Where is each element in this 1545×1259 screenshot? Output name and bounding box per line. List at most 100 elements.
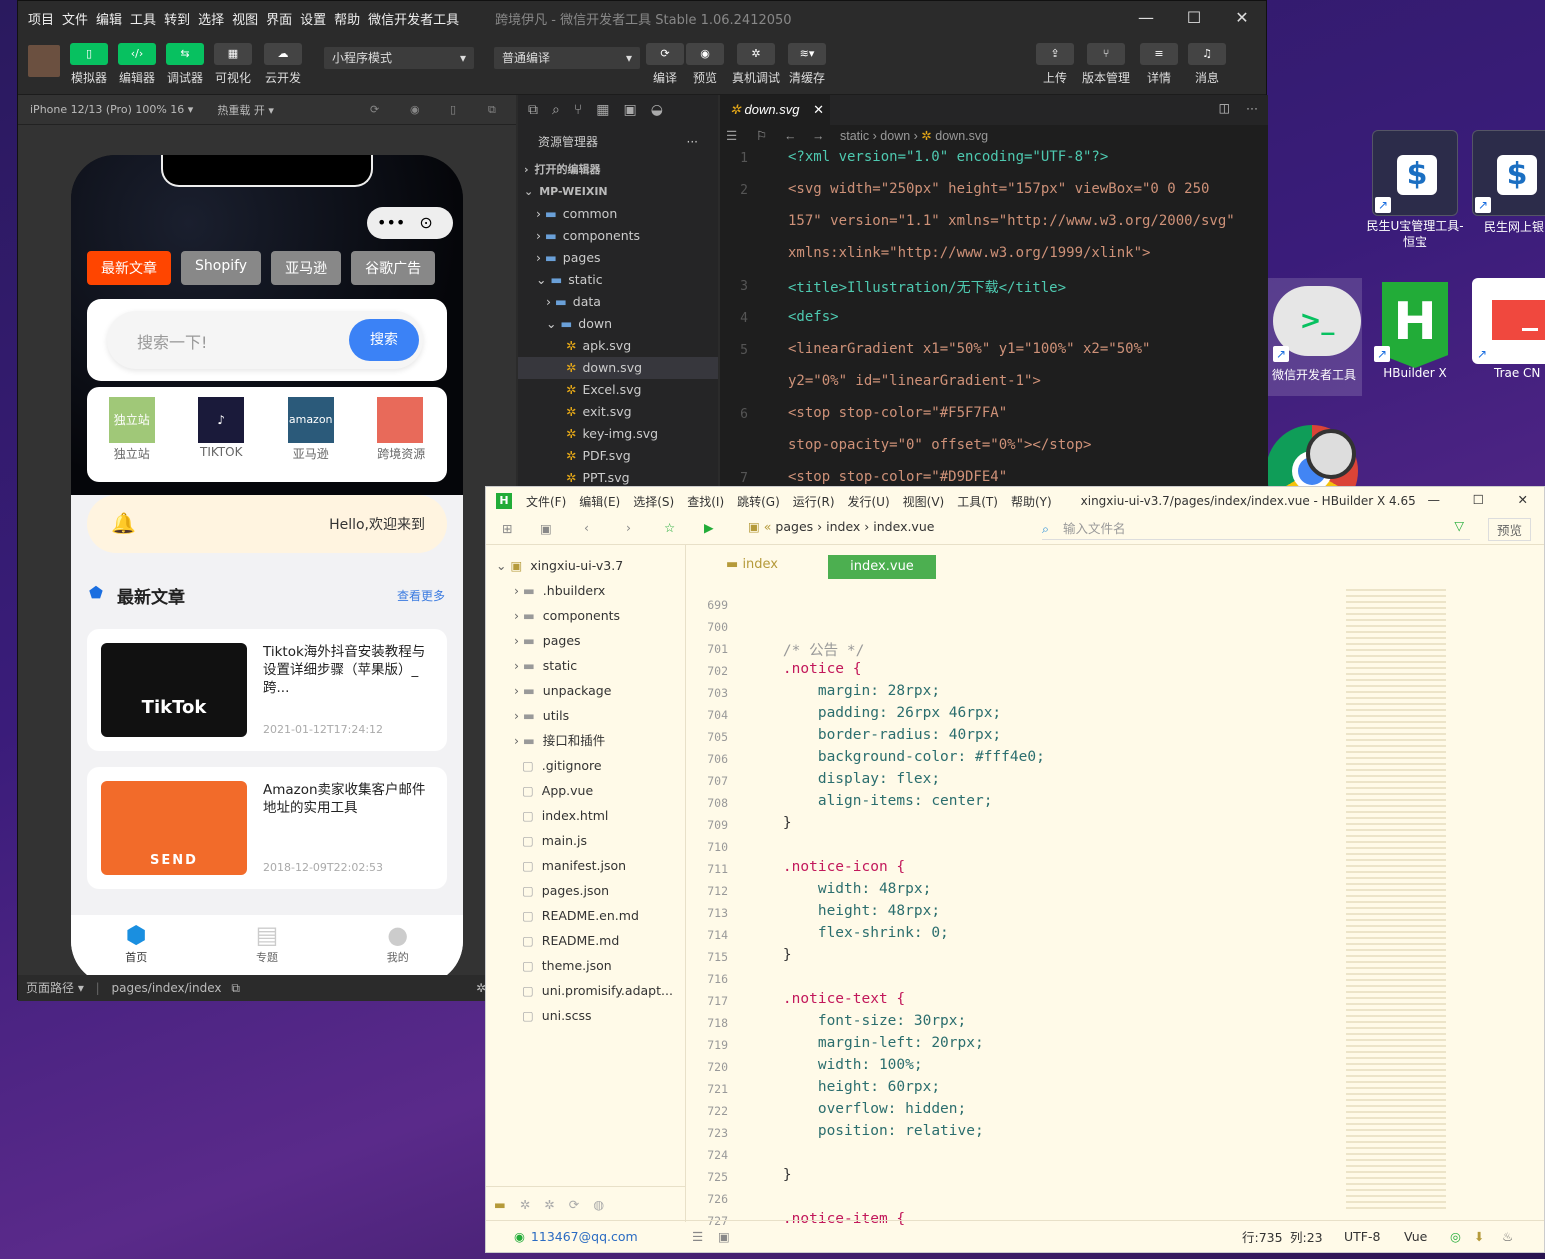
terminal-icon[interactable]: ▣	[718, 1229, 730, 1244]
grid-item[interactable]: 跨境资源	[377, 397, 425, 482]
device-select[interactable]: iPhone 12/13 (Pro) 100% 16 ▾	[30, 103, 193, 116]
article-card[interactable]: TikTok Tiktok海外抖音安装教程与设置详细步骤（苹果版）_跨... 2…	[87, 629, 447, 751]
menu-wechat-devtools[interactable]: 微信开发者工具	[368, 9, 459, 28]
explorer-item[interactable]: ⌄ ▬ down	[518, 313, 718, 335]
tab-amazon[interactable]: 亚马逊	[271, 251, 342, 285]
split-icon[interactable]: ◫	[1219, 101, 1230, 115]
user-account[interactable]: 113467@qq.com	[531, 1229, 638, 1244]
code-line[interactable]: }	[748, 815, 792, 831]
new-file-icon[interactable]: ⊞	[502, 521, 512, 536]
explorer-item[interactable]: ✲ down.svg	[518, 357, 718, 379]
list-icon[interactable]: ☰	[726, 125, 737, 147]
project-tree-item[interactable]: › ▬ static	[486, 653, 685, 678]
hb-menu-edit[interactable]: 编辑(E)	[579, 493, 620, 510]
close-icon[interactable]: ✕	[1218, 1, 1266, 35]
globe-icon[interactable]: ◍	[593, 1197, 604, 1212]
menu-view[interactable]: 视图	[232, 9, 258, 28]
desktop-icon-minsheng-bank[interactable]: $ ↗ 民生网上银	[1472, 130, 1545, 235]
code-line[interactable]: height: 60rpx;	[748, 1079, 940, 1095]
code-line[interactable]: margin: 28rpx;	[748, 683, 940, 699]
explorer-item[interactable]: ⌄ MP-WEIXIN	[518, 181, 718, 203]
stop-icon[interactable]: ◉	[410, 103, 420, 116]
desktop-icon-hbuilder[interactable]: H ↗ HBuilder X	[1366, 278, 1464, 380]
code-line[interactable]: xmlns:xlink="http://www.w3.org/1999/xlin…	[788, 245, 1150, 261]
preview-button[interactable]: 预览	[1488, 518, 1532, 541]
code-line[interactable]: }	[748, 947, 792, 963]
message-button[interactable]: ♫ 消息	[1188, 43, 1226, 86]
code-line[interactable]: <title>Illustration/无下载</title>	[788, 277, 1066, 297]
forward-icon[interactable]: ›	[626, 520, 631, 535]
compile-button[interactable]: ⟳ 编译	[646, 43, 684, 86]
minimize-icon[interactable]: —	[1428, 492, 1441, 507]
tab-google-ads[interactable]: 谷歌广告	[351, 251, 436, 285]
tab-latest[interactable]: 最新文章	[87, 251, 171, 285]
hb-menu-goto[interactable]: 跳转(G)	[737, 493, 780, 510]
code-line[interactable]: align-items: center;	[748, 793, 993, 809]
version-button[interactable]: ⑂ 版本管理	[1082, 43, 1130, 86]
hb-menu-run[interactable]: 运行(R)	[793, 493, 835, 510]
menu-goto[interactable]: 转到	[164, 9, 190, 28]
search-button[interactable]: 搜索	[349, 319, 419, 361]
code-line[interactable]: flex-shrink: 0;	[748, 925, 949, 941]
bookmark-icon[interactable]: ⚐	[756, 125, 767, 147]
phone-icon[interactable]: ▯	[450, 103, 456, 116]
explorer-item[interactable]: ⌄ ▬ static	[518, 269, 718, 291]
article-card[interactable]: SEND Amazon卖家收集客户邮件地址的实用工具 2018-12-09T22…	[87, 767, 447, 889]
list-icon[interactable]: ☰	[692, 1229, 703, 1244]
compile-mode-select[interactable]: 普通编译 ▾	[494, 47, 640, 69]
grid-item[interactable]: ♪ TIKTOK	[198, 397, 245, 482]
code-line[interactable]: width: 48rpx;	[748, 881, 932, 897]
upload-button[interactable]: ⇪ 上传	[1036, 43, 1074, 86]
project-tree-item[interactable]: › ▬ unpackage	[486, 678, 685, 703]
more-icon[interactable]: ···	[1246, 101, 1258, 115]
filter-icon[interactable]: ▽	[1454, 518, 1464, 533]
explorer-item[interactable]: ✲ PDF.svg	[518, 445, 718, 467]
code-line[interactable]: padding: 26rpx 46rpx;	[748, 705, 1001, 721]
project-tree-item[interactable]: ▢ README.md	[486, 928, 685, 953]
project-tree-item[interactable]: ▢ uni.scss	[486, 1003, 685, 1028]
plugin-icon[interactable]: ✲	[544, 1197, 554, 1212]
hb-menu-select[interactable]: 选择(S)	[633, 493, 674, 510]
hb-tab-index[interactable]: ▬ index	[726, 557, 778, 572]
project-tree-item[interactable]: ▢ manifest.json	[486, 853, 685, 878]
code-line[interactable]: /* 公告 */	[748, 639, 864, 660]
hb-menu-help[interactable]: 帮助(Y)	[1011, 493, 1052, 510]
explorer-item[interactable]: › 打开的编辑器	[518, 159, 718, 181]
mode-select[interactable]: 小程序模式 ▾	[324, 47, 474, 69]
back-icon[interactable]: ‹	[584, 520, 589, 535]
search-icon[interactable]: ⌕	[552, 102, 560, 118]
code-line[interactable]: .notice-icon {	[748, 859, 905, 875]
close-icon[interactable]: ✕	[1518, 492, 1528, 507]
code-line[interactable]: width: 100%;	[748, 1057, 923, 1073]
project-tree-item[interactable]: › ▬ utils	[486, 703, 685, 728]
hb-menu-find[interactable]: 查找(I)	[687, 493, 724, 510]
files-icon[interactable]: ⧉	[528, 102, 538, 118]
refresh-icon[interactable]: ⟳	[569, 1197, 579, 1212]
explorer-item[interactable]: › ▬ data	[518, 291, 718, 313]
code-line[interactable]: overflow: hidden;	[748, 1101, 966, 1117]
project-tree-item[interactable]: ▢ pages.json	[486, 878, 685, 903]
desktop-icon-trae[interactable]: ↗ Trae CN	[1472, 278, 1545, 380]
back-icon[interactable]: ←	[784, 125, 797, 147]
grid-item[interactable]: amazon 亚马逊	[287, 397, 334, 482]
code-line[interactable]: <stop stop-color="#D9DFE4"	[788, 469, 1007, 485]
download-icon[interactable]: ⬇	[1474, 1229, 1484, 1244]
hb-menu-view[interactable]: 视图(V)	[903, 493, 945, 510]
code-line[interactable]: font-size: 30rpx;	[748, 1013, 966, 1029]
hb-menu-tools[interactable]: 工具(T)	[957, 493, 998, 510]
menu-interface[interactable]: 界面	[266, 9, 292, 28]
menu-help[interactable]: 帮助	[334, 9, 360, 28]
code-line[interactable]: }	[748, 1167, 792, 1183]
visual-button[interactable]: ▦ 可视化	[214, 43, 252, 86]
more-icon[interactable]: •••	[377, 213, 405, 232]
run-icon[interactable]: ▶	[704, 520, 714, 535]
code-line[interactable]: stop-opacity="0" offset="0%"></stop>	[788, 437, 1091, 453]
minimap[interactable]	[1346, 589, 1446, 1209]
desktop-icon-wechat-devtools[interactable]: >_ ↗ 微信开发者工具	[1266, 278, 1362, 396]
project-tree-item[interactable]: ▢ uni.promisify.adapt...	[486, 978, 685, 1003]
language-mode[interactable]: Vue	[1404, 1229, 1427, 1244]
grid-item[interactable]: 独立站 独立站	[108, 397, 155, 482]
code-line[interactable]: height: 48rpx;	[748, 903, 940, 919]
preview-button[interactable]: ◉ 预览	[686, 43, 724, 86]
menu-edit[interactable]: 编辑	[96, 9, 122, 28]
